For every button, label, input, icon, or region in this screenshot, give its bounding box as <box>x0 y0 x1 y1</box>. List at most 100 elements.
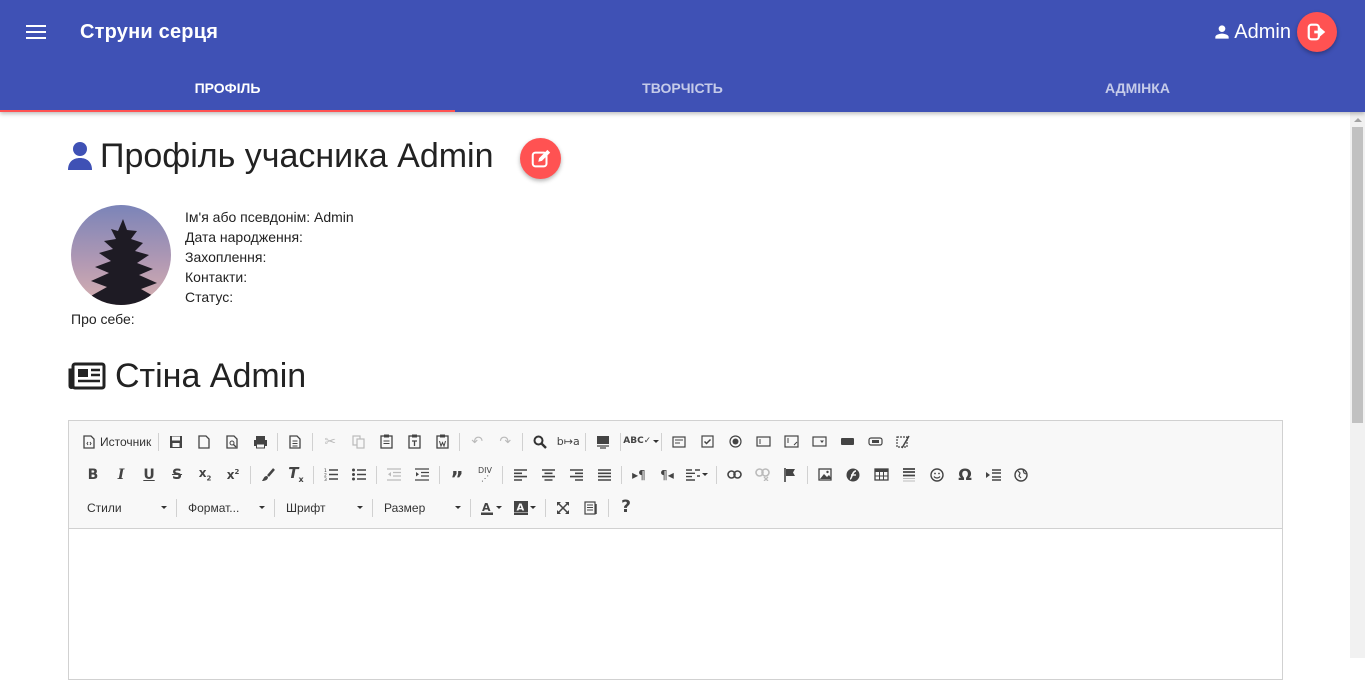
cut-button[interactable]: ✂ <box>316 430 344 454</box>
page-scrollbar[interactable] <box>1350 112 1365 658</box>
radio-button[interactable] <box>721 430 749 454</box>
button-field-button[interactable] <box>833 430 861 454</box>
text-color-button[interactable]: A <box>474 496 508 520</box>
profile-heading: Профіль учасника Admin <box>68 136 494 176</box>
print-button[interactable] <box>246 430 274 454</box>
tab-creativity[interactable]: ТВОРЧІСТЬ <box>455 64 910 112</box>
align-left-button[interactable] <box>506 463 534 487</box>
preview-icon <box>226 434 238 449</box>
textarea-button[interactable] <box>777 430 805 454</box>
image-button-field-button[interactable] <box>861 430 889 454</box>
replace-icon: b↦a <box>556 435 580 448</box>
superscript-icon: x2 <box>226 467 240 482</box>
templates-icon <box>289 434 301 449</box>
newspaper-icon <box>68 362 106 390</box>
spellcheck-button[interactable]: ABC✓ <box>623 430 660 454</box>
blockquote-button[interactable]: ” <box>443 463 471 489</box>
create-div-button[interactable]: DIV ⋰ <box>471 463 499 487</box>
indent-button[interactable] <box>408 463 436 487</box>
ltr-button[interactable]: ▸¶ <box>625 463 653 487</box>
paste-word-button[interactable] <box>428 430 456 454</box>
link-button[interactable] <box>720 463 748 487</box>
iframe-button[interactable] <box>1007 463 1035 487</box>
edit-profile-button[interactable] <box>520 138 561 179</box>
bulleted-list-button[interactable] <box>345 463 373 487</box>
find-button[interactable] <box>526 430 554 454</box>
justify-button[interactable] <box>590 463 618 487</box>
maximize-button[interactable] <box>549 496 577 520</box>
anchor-button[interactable] <box>776 463 804 487</box>
tab-profile[interactable]: ПРОФІЛЬ <box>0 64 455 112</box>
table-button[interactable] <box>867 463 895 487</box>
about-button[interactable]: ? <box>612 496 640 520</box>
styles-combo[interactable]: Стили <box>79 496 173 520</box>
numbered-list-button[interactable]: 123 <box>317 463 345 487</box>
logout-button[interactable] <box>1297 12 1337 52</box>
radio-icon <box>729 435 742 448</box>
user-name[interactable]: Admin <box>1234 21 1291 44</box>
italic-button[interactable]: I <box>107 463 135 487</box>
bold-button[interactable]: B <box>79 463 107 487</box>
templates-button[interactable] <box>281 430 309 454</box>
flash-button[interactable] <box>839 463 867 487</box>
select-field-button[interactable] <box>805 430 833 454</box>
paste-button[interactable] <box>372 430 400 454</box>
font-combo[interactable]: Шрифт <box>278 496 369 520</box>
toolbar-separator <box>716 465 717 484</box>
field-birthdate: Дата народження: <box>185 229 303 245</box>
preview-button[interactable] <box>218 430 246 454</box>
underline-button[interactable]: U <box>135 463 163 487</box>
superscript-button[interactable]: x2 <box>219 463 247 487</box>
field-name: Ім'я або псевдонім: Admin <box>185 209 354 225</box>
format-combo[interactable]: Формат... <box>180 496 271 520</box>
save-button[interactable] <box>162 430 190 454</box>
tab-admin[interactable]: АДМІНКА <box>910 64 1365 112</box>
language-button[interactable] <box>681 463 713 487</box>
page-title: Профіль учасника Admin <box>100 136 494 175</box>
size-combo[interactable]: Размер <box>376 496 467 520</box>
spellcheck-icon: ABC✓ <box>623 436 652 446</box>
undo-button[interactable]: ↶ <box>463 430 491 454</box>
strikethrough-button[interactable]: S <box>163 463 191 487</box>
show-blocks-button[interactable] <box>577 496 605 520</box>
special-char-button[interactable]: Ω <box>951 463 979 487</box>
justify-icon <box>597 468 611 481</box>
scroll-thumb[interactable] <box>1352 127 1363 423</box>
horizontal-rule-button[interactable] <box>895 463 923 487</box>
numbered-list-icon: 123 <box>324 468 338 481</box>
save-icon <box>170 435 183 448</box>
copy-button[interactable] <box>344 430 372 454</box>
scroll-up-arrow[interactable] <box>1350 112 1365 127</box>
subscript-button[interactable]: x2 <box>191 463 219 487</box>
select-all-button[interactable] <box>589 430 617 454</box>
menu-icon[interactable] <box>24 22 48 42</box>
align-center-button[interactable] <box>534 463 562 487</box>
smiley-button[interactable] <box>923 463 951 487</box>
new-page-button[interactable] <box>190 430 218 454</box>
copy-format-button[interactable] <box>254 463 282 487</box>
editor-toolbar: Источник ✂ ↶ ↷ b↦a ABC✓ B I U S x2 x2 Tx… <box>69 421 1282 529</box>
outdent-button[interactable] <box>380 463 408 487</box>
textfield-button[interactable] <box>749 430 777 454</box>
toolbar-separator <box>585 432 587 451</box>
rtl-button[interactable]: ¶◂ <box>653 463 681 487</box>
source-button[interactable]: Источник <box>79 430 155 454</box>
remove-format-button[interactable]: Tx <box>282 463 310 487</box>
paste-text-button[interactable] <box>400 430 428 454</box>
redo-button[interactable]: ↷ <box>491 430 519 454</box>
checkbox-button[interactable] <box>693 430 721 454</box>
editor-content-area[interactable] <box>69 529 1282 679</box>
page-break-button[interactable] <box>979 463 1007 487</box>
language-icon <box>686 468 700 481</box>
redo-icon: ↷ <box>499 433 512 450</box>
field-contacts: Контакти: <box>185 269 248 285</box>
image-button[interactable] <box>811 463 839 487</box>
background-color-button[interactable]: A <box>508 496 542 520</box>
link-icon <box>726 470 742 479</box>
hidden-field-button[interactable] <box>889 430 917 454</box>
replace-button[interactable]: b↦a <box>554 430 582 454</box>
unlink-button[interactable] <box>748 463 776 487</box>
language-dropdown-icon <box>702 473 708 476</box>
align-right-button[interactable] <box>562 463 590 487</box>
form-button[interactable] <box>665 430 693 454</box>
